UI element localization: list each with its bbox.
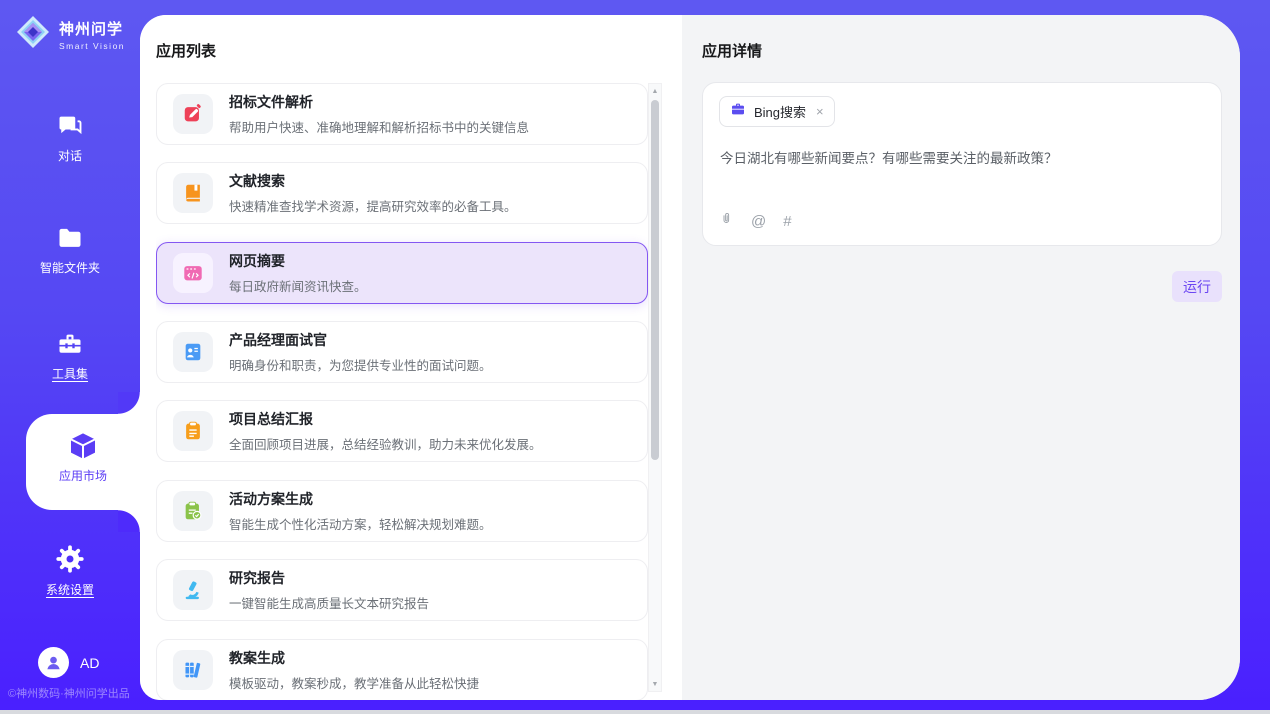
- scroll-up-icon[interactable]: ▲: [649, 84, 661, 98]
- sidebar-item-label: 智能文件夹: [0, 259, 140, 276]
- app-card-lesson-plan[interactable]: 教案生成 模板驱动，教案秒成，教学准备从此轻松快捷: [156, 639, 648, 700]
- brand-name: 神州问学: [59, 18, 125, 39]
- gear-icon: [0, 544, 140, 574]
- app-desc: 一键智能生成高质量长文本研究报告: [229, 593, 429, 612]
- cube-icon: [26, 430, 140, 462]
- app-card-literature-search[interactable]: 文献搜索 快速精准查找学术资源，提高研究效率的必备工具。: [156, 162, 648, 224]
- run-button[interactable]: 运行: [1172, 271, 1222, 302]
- sidebar-item-chat[interactable]: 对话: [0, 112, 140, 164]
- app-title: 活动方案生成: [229, 489, 492, 509]
- app-title: 网页摘要: [229, 251, 367, 271]
- clipboard-icon: [173, 411, 213, 451]
- briefcase-icon: [730, 101, 746, 122]
- app-desc: 帮助用户快速、准确地理解和解析招标书中的关键信息: [229, 117, 529, 136]
- scrollbar-thumb[interactable]: [651, 100, 659, 460]
- app-card-web-summary[interactable]: 网页摘要 每日政府新闻资讯快查。: [156, 242, 648, 304]
- app-desc: 全面回顾项目进展，总结经验教训，助力未来优化发展。: [229, 434, 542, 453]
- app-title: 招标文件解析: [229, 92, 529, 112]
- brand-subtitle: Smart Vision: [59, 41, 125, 51]
- app-list: 招标文件解析 帮助用户快速、准确地理解和解析招标书中的关键信息 文献搜索: [156, 83, 648, 700]
- sidebar-item-smart-folder[interactable]: 智能文件夹: [0, 224, 140, 276]
- paperclip-icon[interactable]: [719, 210, 734, 232]
- scroll-down-icon[interactable]: ▼: [649, 677, 661, 691]
- diamond-logo-icon: [15, 14, 51, 55]
- sidebar-item-app-market[interactable]: 应用市场: [26, 414, 140, 510]
- app-list-panel: 应用列表 招标文件解析 帮助用户快速、准确地理解和解析招标书中的关键信息: [140, 15, 682, 700]
- hash-icon[interactable]: #: [783, 213, 791, 230]
- sidebar-item-label: 工具集: [0, 365, 140, 382]
- app-card-bid-analysis[interactable]: 招标文件解析 帮助用户快速、准确地理解和解析招标书中的关键信息: [156, 83, 648, 145]
- query-text[interactable]: 今日湖北有哪些新闻要点？有哪些需要关注的最新政策？: [720, 149, 1205, 169]
- app-title: 研究报告: [229, 568, 429, 588]
- app-desc: 智能生成个性化活动方案，轻松解决规划难题。: [229, 514, 492, 533]
- main-content: 应用列表 招标文件解析 帮助用户快速、准确地理解和解析招标书中的关键信息: [140, 15, 1240, 700]
- sidebar-item-label: 应用市场: [26, 467, 140, 484]
- mention-icon[interactable]: @: [751, 213, 766, 230]
- prompt-input-card[interactable]: Bing搜索 × 今日湖北有哪些新闻要点？有哪些需要关注的最新政策？ @ #: [702, 82, 1222, 246]
- input-toolbar: @ #: [719, 210, 792, 232]
- app-detail-title: 应用详情: [702, 40, 762, 61]
- app-card-research-report[interactable]: 研究报告 一键智能生成高质量长文本研究报告: [156, 559, 648, 621]
- user-avatar-icon: [38, 647, 69, 678]
- user-initials: AD: [80, 655, 99, 671]
- folder-icon: [0, 224, 140, 252]
- person-doc-icon: [173, 332, 213, 372]
- copyright-footer: ©神州数码·神州问学出品: [8, 685, 130, 701]
- books-icon: [173, 650, 213, 690]
- app-window: 神州问学 Smart Vision 对话 智能文件夹: [0, 0, 1270, 714]
- brand-logo: 神州问学 Smart Vision: [15, 14, 125, 55]
- app-detail-panel: 应用详情 Bing搜索 × 今日湖北有哪些新闻要点？有哪些需要关注的最新政策？: [682, 15, 1240, 700]
- window-bottom-strip: [0, 710, 1270, 714]
- app-desc: 明确身份和职责，为您提供专业性的面试问题。: [229, 355, 492, 374]
- app-title: 产品经理面试官: [229, 330, 492, 350]
- tool-chip-label: Bing搜索: [754, 102, 806, 121]
- app-card-project-summary[interactable]: 项目总结汇报 全面回顾项目进展，总结经验教训，助力未来优化发展。: [156, 400, 648, 462]
- browser-code-icon: [173, 253, 213, 293]
- app-title: 项目总结汇报: [229, 409, 542, 429]
- app-card-event-plan[interactable]: 活动方案生成 智能生成个性化活动方案，轻松解决规划难题。: [156, 480, 648, 542]
- app-list-title: 应用列表: [156, 40, 216, 61]
- chat-icon: [0, 112, 140, 140]
- clipboard-check-icon: [173, 491, 213, 531]
- sidebar-item-settings[interactable]: 系统设置: [0, 544, 140, 598]
- close-icon[interactable]: ×: [816, 104, 824, 119]
- sidebar-item-label: 对话: [0, 147, 140, 164]
- app-card-pm-interviewer[interactable]: 产品经理面试官 明确身份和职责，为您提供专业性的面试问题。: [156, 321, 648, 383]
- tool-chip-bing-search[interactable]: Bing搜索 ×: [719, 96, 835, 127]
- app-desc: 模板驱动，教案秒成，教学准备从此轻松快捷: [229, 673, 479, 692]
- user-account[interactable]: AD: [38, 647, 99, 678]
- sidebar-item-toolset[interactable]: 工具集: [0, 330, 140, 382]
- edit-doc-icon: [173, 94, 213, 134]
- toolbox-icon: [0, 330, 140, 358]
- app-title: 教案生成: [229, 648, 479, 668]
- microscope-icon: [173, 570, 213, 610]
- app-desc: 快速精准查找学术资源，提高研究效率的必备工具。: [229, 196, 517, 215]
- book-icon: [173, 173, 213, 213]
- sidebar: 神州问学 Smart Vision 对话 智能文件夹: [0, 0, 140, 700]
- app-desc: 每日政府新闻资讯快查。: [229, 276, 367, 295]
- app-list-scrollbar[interactable]: ▲ ▼: [648, 83, 662, 692]
- sidebar-item-label: 系统设置: [0, 581, 140, 598]
- app-title: 文献搜索: [229, 171, 517, 191]
